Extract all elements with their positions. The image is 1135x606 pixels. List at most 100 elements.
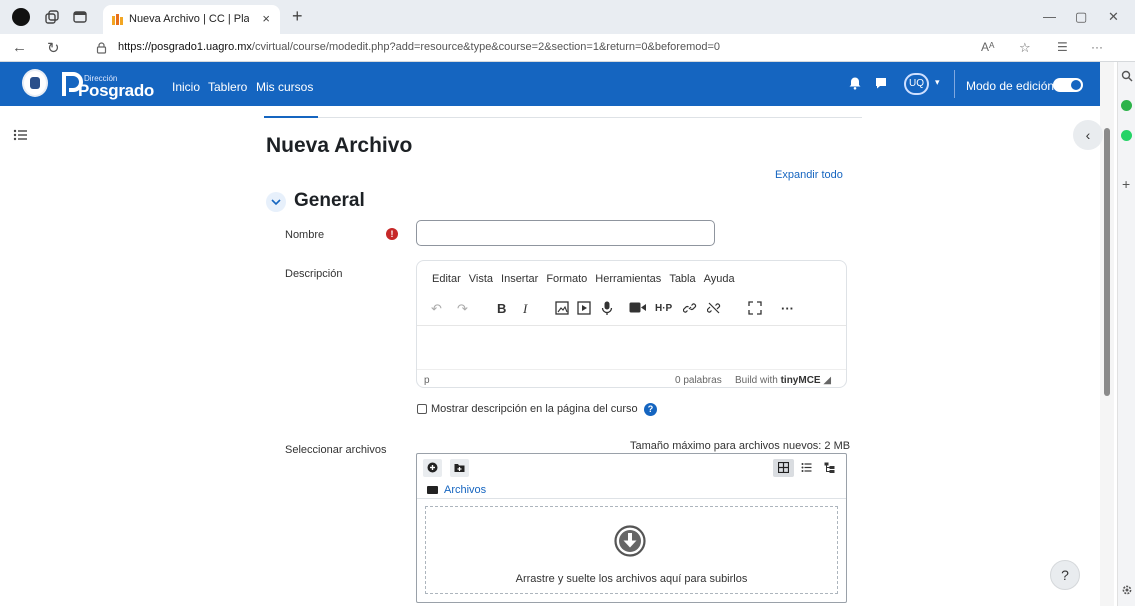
- favorites-list-icon[interactable]: ☰: [1057, 40, 1068, 54]
- restore-button[interactable]: ▢: [1075, 9, 1087, 25]
- required-icon: !: [386, 228, 398, 240]
- name-input[interactable]: [416, 220, 715, 246]
- h5p-icon[interactable]: H·P: [655, 303, 672, 319]
- course-index-drawer-icon[interactable]: [10, 125, 32, 145]
- menu-insertar[interactable]: Insertar: [501, 273, 538, 285]
- editor-menubar: Editar Vista Insertar Formato Herramientas Ta…: [432, 273, 743, 285]
- browser-tab-active[interactable]: Nueva Archivo | CC | Plataforma v ×: [103, 5, 280, 34]
- description-label: Descripción: [285, 268, 343, 280]
- browser-tab-bar: Nueva Archivo | CC | Plataforma v × + — …: [0, 0, 1135, 34]
- search-icon[interactable]: [1121, 70, 1133, 82]
- menu-herramientas[interactable]: Herramientas: [595, 273, 661, 285]
- close-window-button[interactable]: ✕: [1108, 9, 1119, 25]
- minimize-button[interactable]: —: [1043, 9, 1056, 24]
- media-icon[interactable]: [577, 301, 591, 317]
- copilot-icon[interactable]: [1121, 100, 1132, 111]
- unlink-icon[interactable]: [707, 301, 721, 317]
- menu-vista[interactable]: Vista: [469, 273, 493, 285]
- view-list-button[interactable]: [796, 459, 817, 477]
- file-manager-path-archivos[interactable]: Archivos: [444, 484, 486, 496]
- scrollbar-thumb[interactable]: [1104, 128, 1110, 396]
- favorite-star-icon[interactable]: ☆: [1019, 40, 1031, 56]
- tab-close-icon[interactable]: ×: [262, 11, 270, 26]
- show-description-checkbox[interactable]: [417, 404, 427, 414]
- editor-statusbar-divider: [417, 369, 846, 370]
- image-icon[interactable]: [555, 301, 569, 317]
- back-icon[interactable]: ←: [12, 39, 27, 56]
- tab-title: Nueva Archivo | CC | Plataforma v: [129, 13, 249, 25]
- fullscreen-icon[interactable]: [748, 301, 762, 317]
- browser-profile-icon[interactable]: [12, 8, 30, 26]
- link-icon[interactable]: [683, 301, 697, 317]
- chevron-down-icon[interactable]: [266, 192, 286, 212]
- favicon-icon: [112, 14, 123, 25]
- tab-actions-icon[interactable]: [72, 9, 88, 25]
- word-count[interactable]: 0 palabras: [675, 375, 722, 386]
- create-folder-button[interactable]: [450, 459, 469, 477]
- user-avatar[interactable]: UQ: [904, 73, 929, 95]
- menu-editar[interactable]: Editar: [432, 273, 461, 285]
- menu-tabla[interactable]: Tabla: [669, 273, 695, 285]
- undo-icon[interactable]: ↶: [431, 301, 442, 317]
- menu-ayuda[interactable]: Ayuda: [704, 273, 735, 285]
- toggle-knob: [1071, 80, 1081, 90]
- page-scrollbar[interactable]: [1100, 62, 1114, 606]
- navbar-divider: [954, 70, 955, 98]
- nav-link-tablero[interactable]: Tablero: [208, 80, 247, 94]
- editor-toolbar-divider: [417, 325, 846, 326]
- view-icons-button[interactable]: [773, 459, 794, 477]
- logo-title[interactable]: Posgrado: [78, 81, 154, 101]
- record-audio-icon[interactable]: [601, 301, 613, 317]
- folder-plus-icon: [454, 464, 465, 472]
- name-label: Nombre: [285, 229, 325, 241]
- section-title-general[interactable]: General: [294, 190, 365, 212]
- lock-icon[interactable]: [96, 42, 107, 54]
- bold-icon[interactable]: B: [497, 301, 506, 317]
- page-title: Nueva Archivo: [266, 134, 413, 157]
- folder-icon: [427, 486, 438, 494]
- more-tools-icon[interactable]: ···: [781, 301, 794, 317]
- download-arrow-icon: [614, 525, 646, 557]
- file-dropzone[interactable]: Arrastre y suelte los archivos aquí para…: [425, 506, 838, 594]
- description-editor: Editar Vista Insertar Formato Herramientas Ta…: [416, 260, 847, 388]
- add-file-icon: [427, 462, 438, 473]
- help-icon[interactable]: ?: [644, 403, 657, 416]
- address-bar: ← ↻ https://posgrado1.uagro.mx/cvirtual/…: [0, 34, 1135, 62]
- nav-link-mis-cursos[interactable]: Mis cursos: [256, 80, 313, 94]
- block-drawer-toggle[interactable]: ‹: [1073, 120, 1103, 150]
- new-tab-button[interactable]: +: [292, 6, 303, 27]
- grid-view-icon: [778, 462, 789, 473]
- messages-icon[interactable]: [874, 76, 888, 90]
- expand-all-link[interactable]: Expandir todo: [775, 169, 843, 181]
- view-tree-button[interactable]: [819, 459, 840, 477]
- read-aloud-icon[interactable]: Aᴬ: [981, 40, 994, 54]
- chevron-down-icon[interactable]: ▾: [935, 77, 940, 88]
- secondary-nav-active-tab[interactable]: [264, 116, 318, 118]
- menu-formato[interactable]: Formato: [546, 273, 587, 285]
- tinymce-logo-text: tinyMCE: [780, 375, 821, 386]
- whatsapp-icon[interactable]: [1121, 130, 1132, 141]
- show-description-label[interactable]: Mostrar descripción en la página del cur…: [431, 403, 638, 415]
- browser-menu-icon[interactable]: ···: [1091, 40, 1103, 54]
- add-file-button[interactable]: [423, 459, 442, 477]
- add-sidebar-app-icon[interactable]: +: [1122, 176, 1130, 192]
- tinymce-branding[interactable]: Build with tinyMCE ◢: [735, 375, 831, 386]
- edit-mode-label: Modo de edición: [966, 79, 1055, 93]
- settings-gear-icon[interactable]: [1121, 584, 1133, 596]
- nav-link-inicio[interactable]: Inicio: [172, 80, 200, 94]
- workspaces-icon[interactable]: [44, 9, 60, 25]
- secondary-nav-rule: [264, 117, 862, 118]
- list-view-icon: [801, 463, 812, 472]
- floating-help-button[interactable]: ?: [1050, 560, 1080, 590]
- edit-mode-toggle[interactable]: [1053, 78, 1083, 92]
- italic-icon[interactable]: I: [523, 301, 527, 317]
- url-text[interactable]: https://posgrado1.uagro.mx/cvirtual/cour…: [118, 41, 720, 53]
- notifications-bell-icon[interactable]: [848, 76, 862, 90]
- max-file-size-text: Tamaño máximo para archivos nuevos: 2 MB: [630, 440, 851, 452]
- refresh-icon[interactable]: ↻: [47, 39, 60, 57]
- redo-icon[interactable]: ↷: [457, 301, 468, 317]
- record-video-icon[interactable]: [629, 301, 647, 317]
- element-path[interactable]: p: [424, 375, 430, 386]
- university-seal-logo[interactable]: [22, 69, 48, 97]
- dropzone-text: Arrastre y suelte los archivos aquí para…: [515, 573, 748, 585]
